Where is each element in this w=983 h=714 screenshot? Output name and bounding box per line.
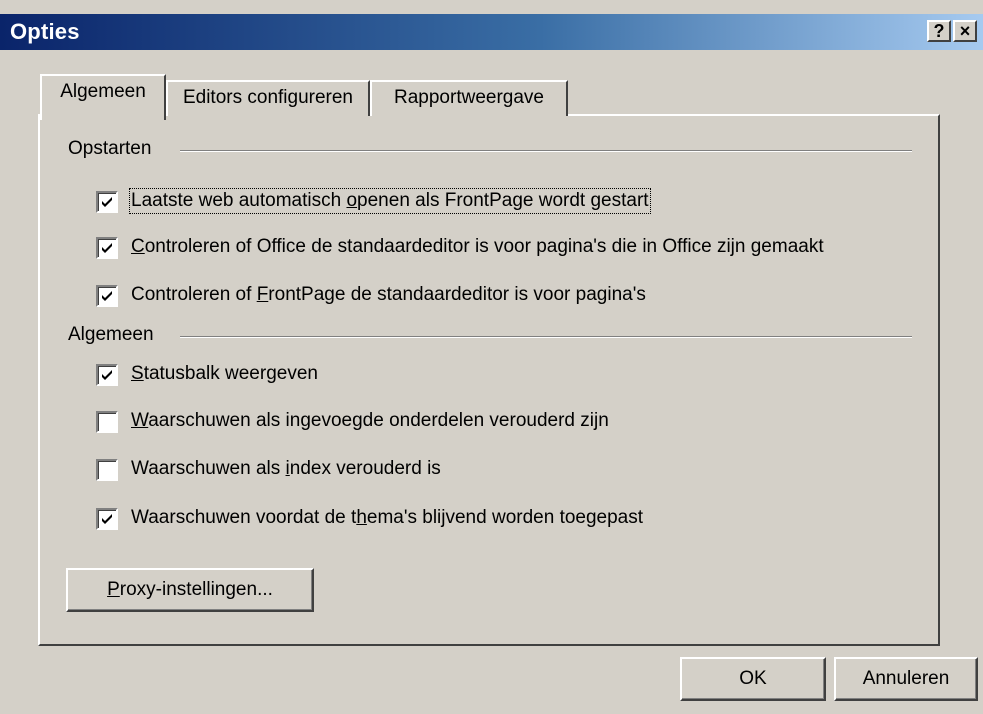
tab-label: Rapportweergave — [394, 87, 544, 108]
checkbox-label: Waarschuwen als ingevoegde onderdelen ve… — [130, 409, 610, 433]
accelerator-key: h — [356, 507, 367, 528]
options-dialog: Opties ? × Algemeen Editors configureren… — [0, 0, 983, 714]
checkbox[interactable] — [96, 411, 118, 433]
window-title: Opties — [10, 19, 80, 44]
ok-button[interactable]: OK — [680, 657, 826, 701]
label-text: tatusbalk weergeven — [143, 363, 318, 384]
checkbox[interactable] — [96, 364, 118, 386]
button-label: roxy-instellingen... — [119, 579, 273, 600]
checkbox[interactable] — [96, 237, 118, 259]
checkmark-icon — [102, 370, 112, 380]
checkmark-icon — [102, 514, 112, 524]
checkbox-label: Statusbalk weergeven — [130, 362, 319, 386]
label-text: Waarschuwen als — [131, 458, 286, 479]
label-text: penen als FrontPage wordt gestart — [357, 190, 649, 211]
label-text: Laatste web automatisch — [131, 190, 347, 211]
group-label-startup: Opstarten — [68, 138, 152, 159]
close-icon: × — [959, 21, 971, 41]
accelerator-key: F — [256, 284, 269, 305]
tab-algemeen[interactable]: Algemeen — [40, 74, 166, 120]
group-divider — [180, 150, 912, 152]
accelerator-key: C — [131, 236, 145, 257]
accelerator-key: S — [131, 363, 144, 384]
checkbox-label: Waarschuwen als index verouderd is — [130, 457, 442, 481]
checkbox-label: Controleren of Office de standaardeditor… — [130, 235, 825, 259]
checkbox[interactable] — [96, 459, 118, 481]
checkmark-icon — [102, 197, 112, 207]
accelerator-key: o — [346, 190, 358, 211]
label-text: ontroleren of Office de standaardeditor … — [144, 236, 824, 257]
checkbox-label: Waarschuwen voordat de thema's blijvend … — [130, 506, 644, 530]
checkbox[interactable] — [96, 508, 118, 530]
tab-label: Algemeen — [60, 81, 146, 102]
checkbox[interactable] — [96, 285, 118, 307]
checkmark-icon — [102, 291, 112, 301]
label-text: ema's blijvend worden toegepast — [366, 507, 644, 528]
label-text: rontPage de standaardeditor is voor pagi… — [268, 284, 646, 305]
cancel-button[interactable]: Annuleren — [834, 657, 978, 701]
tab-label: Editors configureren — [182, 87, 354, 108]
close-button[interactable]: × — [953, 20, 977, 42]
group-label-general: Algemeen — [68, 324, 154, 345]
label-text: Controleren of — [131, 284, 257, 305]
tab-rapportweergave[interactable]: Rapportweergave — [370, 80, 568, 116]
title-bar[interactable]: Opties ? × — [0, 14, 983, 50]
label-text: aarschuwen als ingevoegde onderdelen ver… — [148, 410, 609, 431]
help-button[interactable]: ? — [927, 20, 951, 42]
label-text: ndex verouderd is — [289, 458, 441, 479]
checkbox-label: Laatste web automatisch openen als Front… — [129, 188, 651, 214]
accelerator-key: P — [107, 579, 120, 600]
accelerator-key: W — [131, 410, 149, 431]
checkbox-label: Controleren of FrontPage de standaardedi… — [130, 283, 647, 307]
help-icon: ? — [933, 21, 945, 41]
tab-editors-configureren[interactable]: Editors configureren — [166, 80, 370, 116]
checkbox[interactable] — [96, 191, 118, 213]
label-text: Waarschuwen voordat de t — [131, 507, 357, 528]
proxy-settings-button[interactable]: Proxy-instellingen... — [66, 568, 314, 612]
group-divider — [180, 336, 912, 338]
checkmark-icon — [102, 243, 112, 253]
